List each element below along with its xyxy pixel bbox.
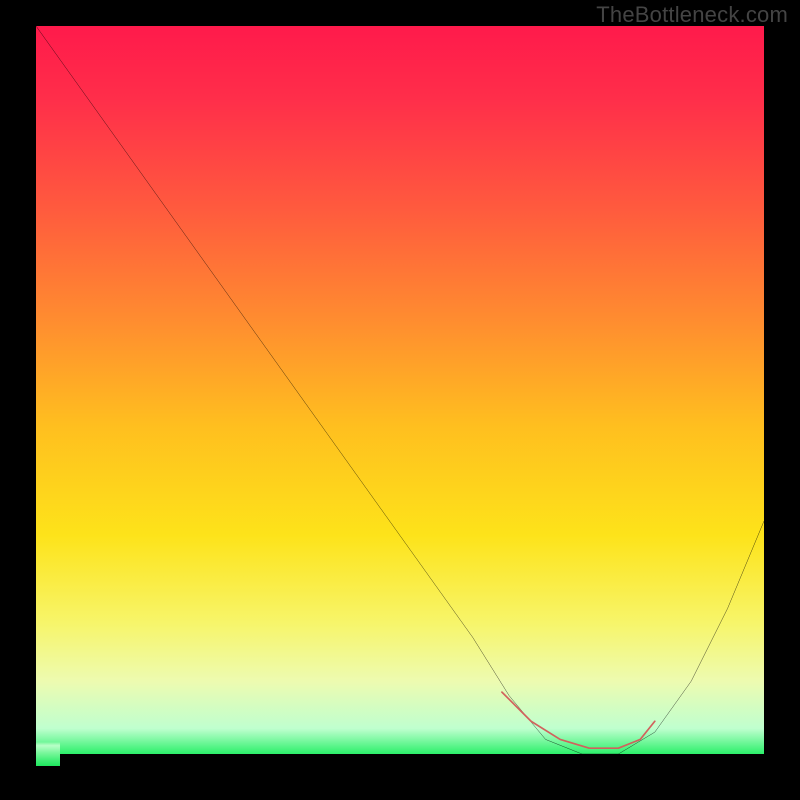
plot-area bbox=[36, 26, 764, 766]
watermark-text: TheBottleneck.com bbox=[596, 2, 788, 28]
chart-frame: TheBottleneck.com bbox=[0, 0, 800, 800]
bottleneck-curve bbox=[36, 26, 764, 754]
chart-svg bbox=[36, 26, 764, 754]
optimal-range-highlight bbox=[502, 692, 655, 748]
